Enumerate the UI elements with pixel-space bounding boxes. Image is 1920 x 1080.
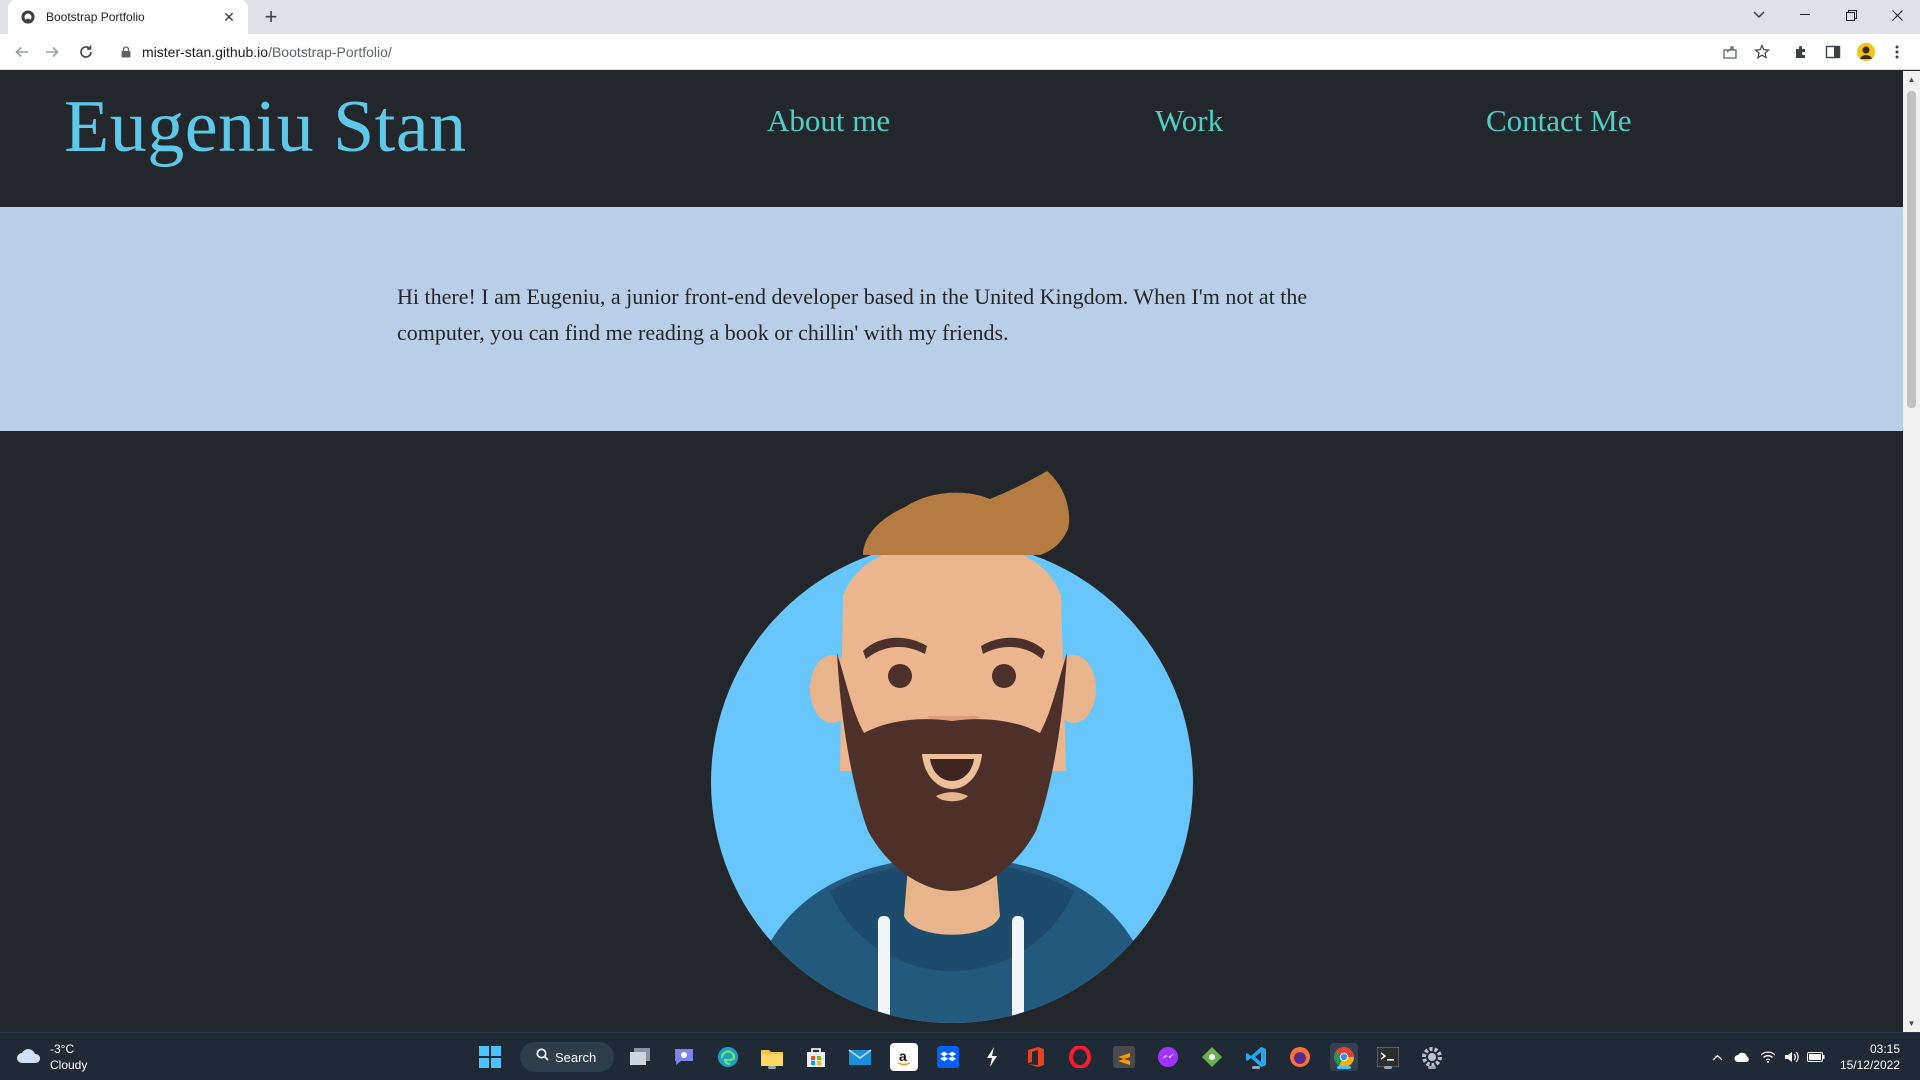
restore-button[interactable] [1828, 0, 1874, 30]
nav-link-work[interactable]: Work [1155, 103, 1223, 139]
taskbar-clock[interactable]: 03:15 15/12/2022 [1840, 1041, 1900, 1073]
url-host: mister-stan.github.io [142, 44, 269, 60]
about-section: Hi there! I am Eugeniu, a junior front-e… [0, 207, 1903, 431]
show-hidden-icons-chevron-icon[interactable] [1707, 1047, 1727, 1067]
scroll-down-arrow-icon[interactable]: ▼ [1903, 1015, 1920, 1032]
search-icon [536, 1048, 549, 1066]
address-bar[interactable]: mister-stan.github.io/Bootstrap-Portfoli… [110, 37, 1750, 67]
lock-icon[interactable] [120, 45, 132, 59]
taskbar-search-button[interactable]: Search [520, 1042, 614, 1072]
about-line-2: computer, you can find me reading a book… [397, 320, 1009, 345]
wifi-icon[interactable] [1758, 1047, 1778, 1067]
close-window-button[interactable] [1874, 0, 1920, 30]
nav-link-contact[interactable]: Contact Me [1486, 103, 1632, 139]
cloud-icon [16, 1046, 42, 1069]
share-icon[interactable] [1719, 41, 1741, 63]
volume-icon[interactable] [1782, 1047, 1802, 1067]
weather-description: Cloudy [50, 1058, 88, 1072]
chat-icon[interactable] [670, 1043, 698, 1071]
browser-tab[interactable]: Bootstrap Portfolio ✕ [8, 0, 248, 34]
search-label: Search [555, 1049, 597, 1065]
dropbox-icon[interactable] [934, 1043, 962, 1071]
sublime-text-icon[interactable] [1110, 1043, 1138, 1071]
minimize-button[interactable] [1782, 0, 1828, 30]
task-view-icon[interactable] [626, 1043, 654, 1071]
browser-menu-icon[interactable] [1886, 41, 1908, 63]
onedrive-cloud-icon[interactable] [1732, 1047, 1752, 1067]
amazon-icon[interactable]: a [890, 1043, 918, 1071]
microsoft-store-icon[interactable] [802, 1043, 830, 1071]
running-indicator [1384, 1066, 1392, 1069]
tab-title: Bootstrap Portfolio [46, 10, 145, 24]
running-indicator [768, 1066, 776, 1069]
about-line-1: Hi there! I am Eugeniu, a junior front-e… [397, 284, 1308, 309]
running-indicator [1252, 1066, 1260, 1069]
page-viewport: Eugeniu Stan About me Work Contact Me Hi… [0, 71, 1903, 1032]
settings-gear-icon[interactable] [1418, 1043, 1446, 1071]
office-icon[interactable] [1022, 1043, 1050, 1071]
vscode-icon[interactable] [1242, 1043, 1270, 1071]
browser-toolbar: mister-stan.github.io/Bootstrap-Portfoli… [0, 34, 1920, 70]
battery-icon[interactable] [1806, 1047, 1826, 1067]
sourcetree-icon[interactable] [1198, 1043, 1226, 1071]
scrollbar-thumb[interactable] [1907, 91, 1916, 408]
svg-text:a: a [899, 1048, 907, 1064]
scroll-up-arrow-icon[interactable]: ▲ [1903, 71, 1920, 88]
firefox-icon[interactable] [1286, 1043, 1314, 1071]
bookmark-star-icon[interactable] [1751, 41, 1773, 63]
windows-start-icon[interactable] [476, 1043, 504, 1071]
stripe-bolt-icon[interactable] [978, 1043, 1006, 1071]
reload-icon[interactable] [74, 40, 98, 64]
back-arrow-icon[interactable] [10, 40, 34, 64]
chrome-icon[interactable] [1330, 1043, 1358, 1071]
tab-close-icon[interactable]: ✕ [220, 8, 238, 26]
active-indicator [1337, 1066, 1351, 1069]
site-header: Eugeniu Stan About me Work Contact Me [0, 71, 1903, 207]
opera-icon[interactable] [1066, 1043, 1094, 1071]
clock-date: 15/12/2022 [1839, 1058, 1900, 1072]
edge-browser-icon[interactable] [714, 1043, 742, 1071]
profile-avatar[interactable] [1855, 41, 1877, 63]
extensions-puzzle-icon[interactable] [1790, 41, 1812, 63]
forward-arrow-icon[interactable] [40, 40, 64, 64]
tab-search-chevron-icon[interactable] [1736, 0, 1782, 30]
nav-link-about[interactable]: About me [767, 103, 890, 139]
about-paragraph: Hi there! I am Eugeniu, a junior front-e… [397, 279, 1477, 351]
clock-time: 03:15 [1869, 1042, 1900, 1056]
url-text: mister-stan.github.io/Bootstrap-Portfoli… [142, 44, 392, 60]
windows-taskbar: -3°C Cloudy Search a 03:15 15/12/2022 [0, 1032, 1920, 1080]
avatar-illustration [711, 471, 1193, 1023]
mail-icon[interactable] [846, 1043, 874, 1071]
side-panel-icon[interactable] [1822, 41, 1844, 63]
file-explorer-icon[interactable] [758, 1043, 786, 1071]
weather-temperature: -3°C [50, 1042, 75, 1056]
terminal-icon[interactable] [1374, 1043, 1402, 1071]
github-favicon-icon [20, 9, 36, 25]
site-brand-link[interactable]: Eugeniu Stan [64, 85, 467, 170]
new-tab-button[interactable]: + [260, 6, 282, 28]
weather-widget[interactable]: -3°C Cloudy [16, 1041, 87, 1073]
messenger-icon[interactable] [1154, 1043, 1182, 1071]
running-indicator [1428, 1066, 1436, 1069]
browser-tab-strip: Bootstrap Portfolio ✕ + [0, 0, 1920, 34]
url-path: /Bootstrap-Portfolio/ [268, 44, 392, 60]
page-scrollbar[interactable]: ▲ ▼ [1903, 71, 1920, 1032]
